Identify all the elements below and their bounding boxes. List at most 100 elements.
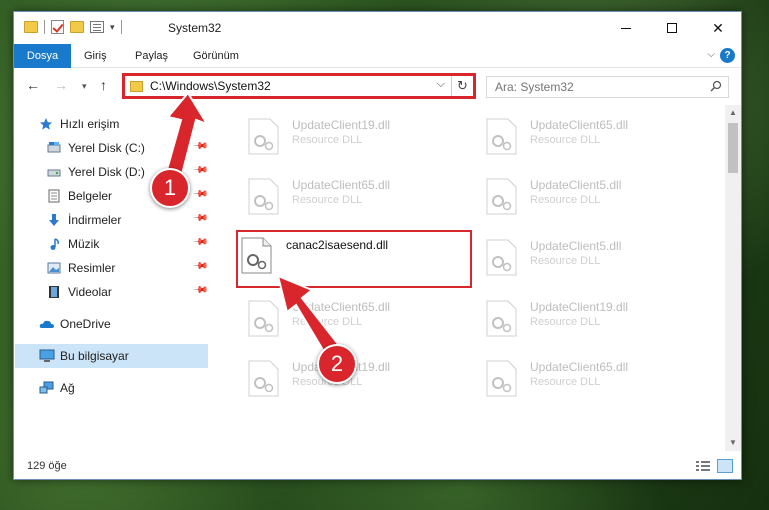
tab-home[interactable]: Giriş <box>84 44 107 68</box>
recent-locations-chevron-icon[interactable]: ▾ <box>82 81 87 92</box>
download-icon <box>49 214 59 226</box>
music-icon <box>50 238 59 250</box>
scroll-down-icon[interactable]: ▼ <box>725 435 741 451</box>
file-tile[interactable]: UpdateClient65.dll Resource DLL <box>224 169 454 225</box>
up-arrow-icon[interactable]: ↑ <box>100 77 107 93</box>
properties-icon[interactable] <box>90 21 104 33</box>
sidebar-item-music[interactable]: Müzik 📌 <box>14 232 210 256</box>
back-arrow-icon[interactable]: ← <box>26 77 40 93</box>
file-list: UpdateClient19.dll Resource DLL UpdateCl… <box>224 105 726 451</box>
file-tile[interactable]: UpdateClient65.dll Resource DLL <box>224 291 454 347</box>
drive-icon <box>47 142 61 153</box>
tab-view[interactable]: Görünüm <box>193 44 239 68</box>
sidebar-item-label: İndirmeler <box>68 213 122 227</box>
file-tile[interactable]: UpdateClient19.dll Resource DLL <box>224 109 454 165</box>
forward-arrow-icon[interactable]: → <box>54 77 68 93</box>
file-type: Resource DLL <box>530 194 601 206</box>
sidebar-item-onedrive[interactable]: OneDrive <box>14 312 210 336</box>
status-bar: 129 öğe <box>14 453 741 479</box>
address-bar[interactable]: C:\Windows\System32 ⌵ ↻ <box>122 73 476 99</box>
divider <box>120 20 122 34</box>
file-tile[interactable]: UpdateClient65.dll Resource DLL <box>462 351 692 407</box>
dll-file-icon <box>241 237 272 274</box>
dll-file-icon <box>248 360 279 397</box>
dll-file-icon <box>248 178 279 215</box>
tab-share[interactable]: Paylaş <box>135 44 168 68</box>
file-tile[interactable]: UpdateClient19.dll Resource DLL <box>462 291 692 347</box>
tab-file[interactable]: Dosya <box>14 44 71 68</box>
sidebar-item-label: Yerel Disk (D:) <box>68 165 145 179</box>
file-tile[interactable]: UpdateClient65.dll Resource DLL <box>462 109 692 165</box>
close-button[interactable]: ✕ <box>695 12 741 44</box>
pin-icon[interactable]: 📌 <box>192 258 209 275</box>
dll-file-icon <box>248 300 279 337</box>
search-icon <box>710 80 722 92</box>
new-folder-icon[interactable] <box>70 21 84 33</box>
sidebar-item-label: Yerel Disk (C:) <box>68 141 145 155</box>
file-type: Resource DLL <box>530 316 601 328</box>
chevron-down-icon[interactable]: ▾ <box>110 22 115 33</box>
dll-file-icon <box>248 118 279 155</box>
folder-icon <box>130 81 143 92</box>
large-icons-view-icon[interactable] <box>717 459 733 473</box>
navigation-bar: ← → ▾ ↑ C:\Windows\System32 ⌵ ↻ <box>14 69 741 103</box>
sidebar-item-this-pc[interactable]: Bu bilgisayar <box>15 344 208 368</box>
expand-ribbon-icon[interactable]: ⌵ <box>707 49 715 60</box>
pin-icon[interactable]: 📌 <box>192 138 209 155</box>
dll-file-icon <box>486 118 517 155</box>
pin-icon[interactable]: 📌 <box>192 282 209 299</box>
properties-check-icon[interactable] <box>51 20 64 34</box>
navigation-pane: Hızlı erişim Yerel Disk (C:) 📌 Yerel Dis… <box>14 105 210 451</box>
sidebar-item-label: Resimler <box>68 261 116 275</box>
documents-icon <box>48 189 60 203</box>
file-tile[interactable]: UpdateClient5.dll Resource DLL <box>462 169 692 225</box>
search-input[interactable] <box>495 80 695 94</box>
file-name: UpdateClient65.dll <box>530 118 629 132</box>
sidebar-item-videos[interactable]: Videolar 📌 <box>14 280 210 304</box>
details-view-icon[interactable] <box>695 459 711 473</box>
scroll-thumb[interactable] <box>728 123 738 173</box>
file-type: Resource DLL <box>292 194 363 206</box>
maximize-button[interactable] <box>649 12 695 44</box>
sidebar-item-drive-c[interactable]: Yerel Disk (C:) 📌 <box>14 136 210 160</box>
chevron-down-icon[interactable]: ⌵ <box>437 78 445 91</box>
pin-icon[interactable]: 📌 <box>192 186 209 203</box>
drive-icon <box>47 169 61 177</box>
file-type: Resource DLL <box>292 316 363 328</box>
help-icon[interactable]: ? <box>720 48 735 63</box>
file-tile-highlighted[interactable]: canac2isaesend.dll <box>236 230 472 288</box>
pin-icon[interactable]: 📌 <box>192 210 209 227</box>
step-badge-2: 2 <box>317 344 357 384</box>
maximize-icon <box>667 23 677 33</box>
dll-file-icon <box>486 239 517 276</box>
window-title: System32 <box>168 21 222 35</box>
sidebar-item-pictures[interactable]: Resimler 📌 <box>14 256 210 280</box>
pin-icon[interactable]: 📌 <box>192 234 209 251</box>
title-bar: ▾ System32 ✕ <box>14 12 741 44</box>
folder-icon[interactable] <box>24 21 38 33</box>
sidebar-item-downloads[interactable]: İndirmeler 📌 <box>14 208 210 232</box>
pin-icon[interactable]: 📌 <box>192 162 209 179</box>
videos-icon <box>49 286 59 298</box>
sidebar-item-network[interactable]: Ağ <box>14 376 210 400</box>
sidebar-item-quick-access[interactable]: Hızlı erişim <box>14 112 210 136</box>
file-tile[interactable]: UpdateClient5.dll Resource DLL <box>462 230 692 286</box>
pictures-icon <box>47 262 61 274</box>
ribbon-tabs: Dosya Giriş Paylaş Görünüm ⌵ ? <box>14 44 741 68</box>
item-count: 129 öğe <box>27 460 67 472</box>
dll-file-icon <box>486 178 517 215</box>
search-box[interactable] <box>486 76 729 98</box>
close-icon: ✕ <box>712 19 724 36</box>
minimize-button[interactable] <box>603 12 649 44</box>
address-path[interactable]: C:\Windows\System32 <box>150 79 271 93</box>
file-name: canac2isaesend.dll <box>286 238 389 252</box>
scroll-up-icon[interactable]: ▲ <box>725 105 741 121</box>
file-type: Resource DLL <box>530 255 601 267</box>
file-name: UpdateClient65.dll <box>530 360 629 374</box>
divider <box>44 20 45 34</box>
vertical-scrollbar[interactable]: ▲ ▼ <box>725 105 741 451</box>
refresh-icon[interactable]: ↻ <box>451 76 473 96</box>
sidebar-item-label: Hızlı erişim <box>60 117 120 131</box>
minimize-icon <box>621 27 631 29</box>
sidebar-item-label: Belgeler <box>68 189 113 203</box>
